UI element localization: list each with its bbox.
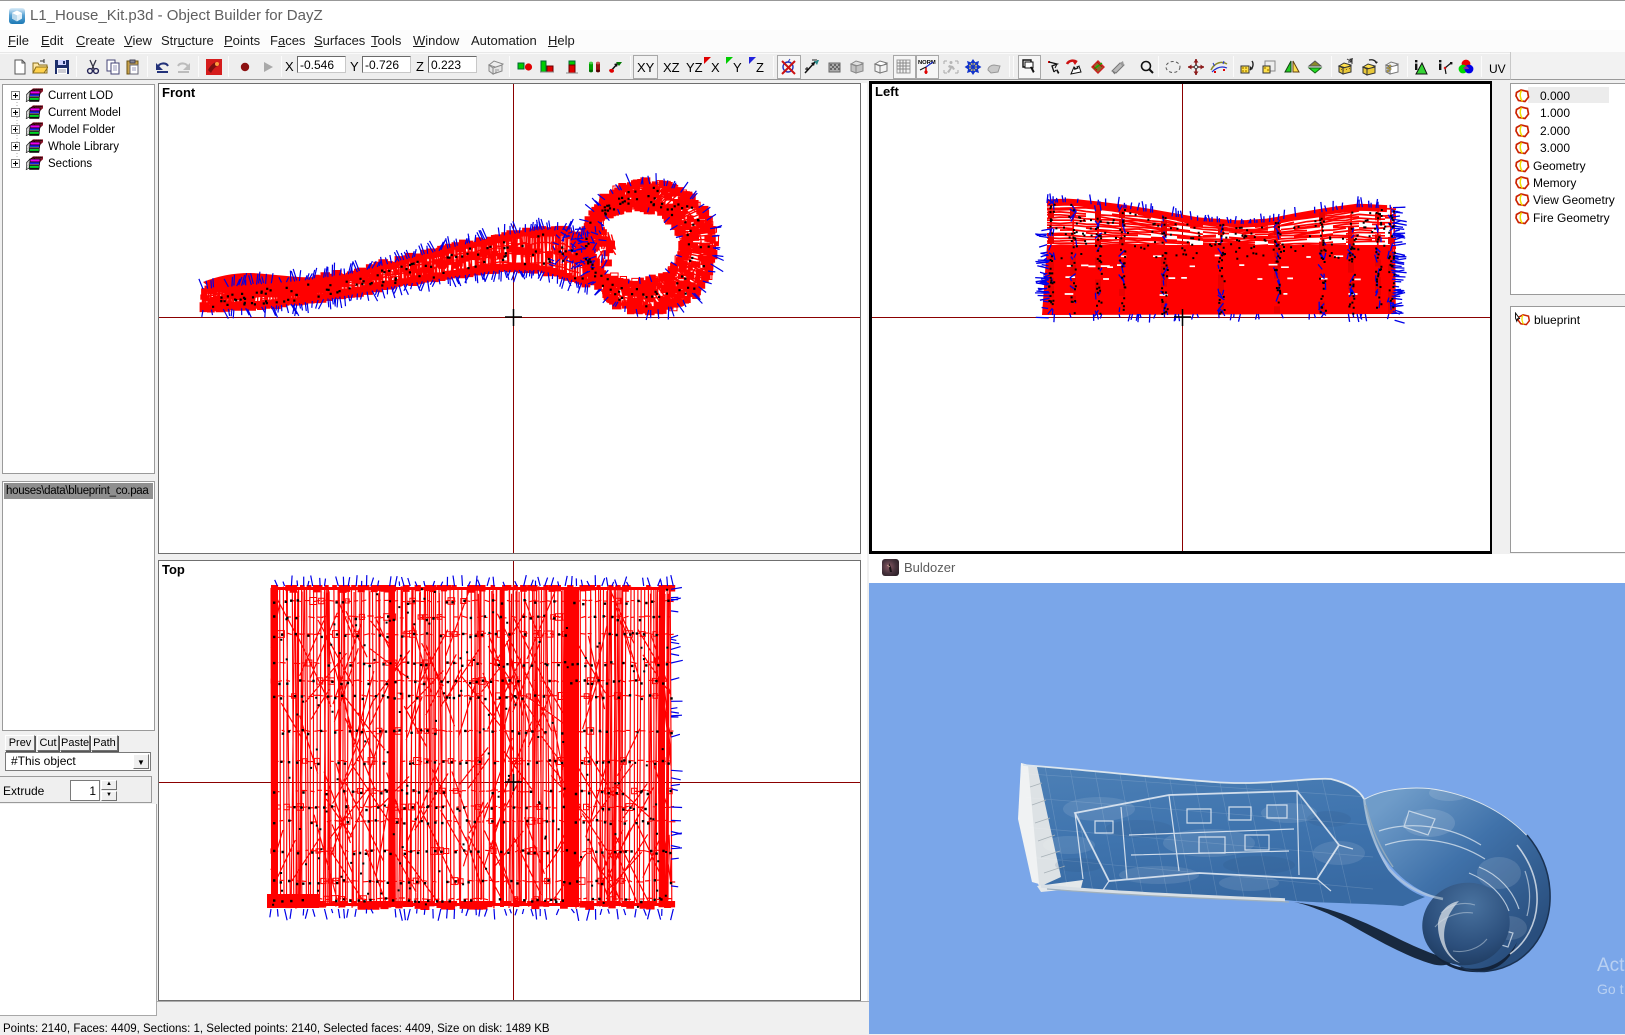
svg-text:NORM: NORM (918, 60, 936, 66)
